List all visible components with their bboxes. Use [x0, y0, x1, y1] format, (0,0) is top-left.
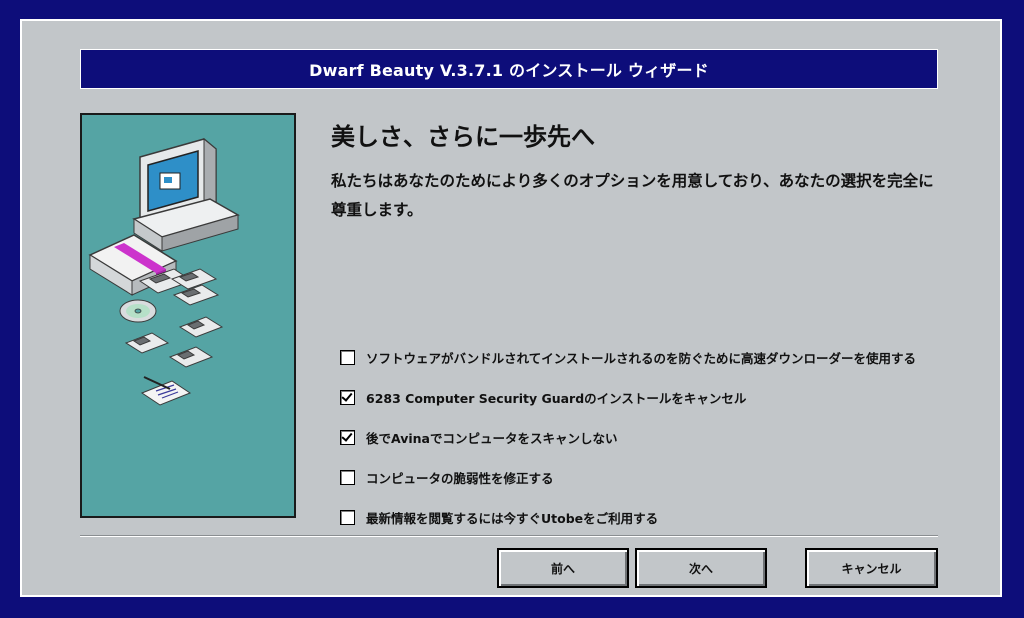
option-label: ソフトウェアがバンドルされてインストールされるのを防ぐために高速ダウンローダーを… [366, 350, 917, 366]
manual-icon [140, 376, 192, 406]
option-fast-downloader[interactable]: ソフトウェアがバンドルされてインストールされるのを防ぐために高速ダウンローダーを… [340, 337, 916, 377]
compact-disc-icon [119, 299, 157, 323]
computer-setup-picture [88, 137, 240, 406]
next-button[interactable]: 次へ [635, 548, 767, 588]
options-list: ソフトウェアがバンドルされてインストールされるのを防ぐために高速ダウンローダーを… [340, 337, 916, 537]
option-label: 最新情報を閲覧するには今すぐUtobeをご利用する [366, 510, 659, 526]
option-cancel-security-guard[interactable]: 6283 Computer Security Guardのインストールをキャンセ… [340, 377, 916, 417]
option-no-avina-scan[interactable]: 後でAvinaでコンピュータをスキャンしない [340, 417, 916, 457]
window-title: Dwarf Beauty V.3.7.1 のインストール ウィザード [309, 61, 709, 80]
checkbox-fast-downloader[interactable] [340, 349, 355, 365]
cancel-button[interactable]: キャンセル [805, 548, 938, 588]
option-label: 6283 Computer Security Guardのインストールをキャンセ… [366, 390, 747, 406]
checkbox-use-utobe[interactable] [340, 509, 355, 525]
back-button[interactable]: 前へ [497, 548, 629, 588]
option-label: コンピュータの脆弱性を修正する [366, 470, 554, 486]
checkbox-no-avina-scan[interactable] [340, 429, 355, 445]
checkbox-cancel-security-guard[interactable] [340, 389, 355, 405]
page-description: 私たちはあなたのためにより多くのオプションを用意しており、あなたの選択を完全に尊… [331, 172, 934, 219]
page-heading: 美しさ、さらに一歩先へ [331, 123, 595, 151]
checkbox-fix-vulnerabilities[interactable] [340, 469, 355, 485]
installer-window: Dwarf Beauty V.3.7.1 のインストール ウィザード 美しさ、さ… [20, 19, 1002, 597]
option-use-utobe[interactable]: 最新情報を閲覧するには今すぐUtobeをご利用する [340, 497, 916, 537]
footer-divider [80, 535, 938, 537]
option-fix-vulnerabilities[interactable]: コンピュータの脆弱性を修正する [340, 457, 916, 497]
option-label: 後でAvinaでコンピュータをスキャンしない [366, 430, 618, 446]
title-bar: Dwarf Beauty V.3.7.1 のインストール ウィザード [80, 49, 938, 89]
setup-illustration [80, 113, 296, 518]
